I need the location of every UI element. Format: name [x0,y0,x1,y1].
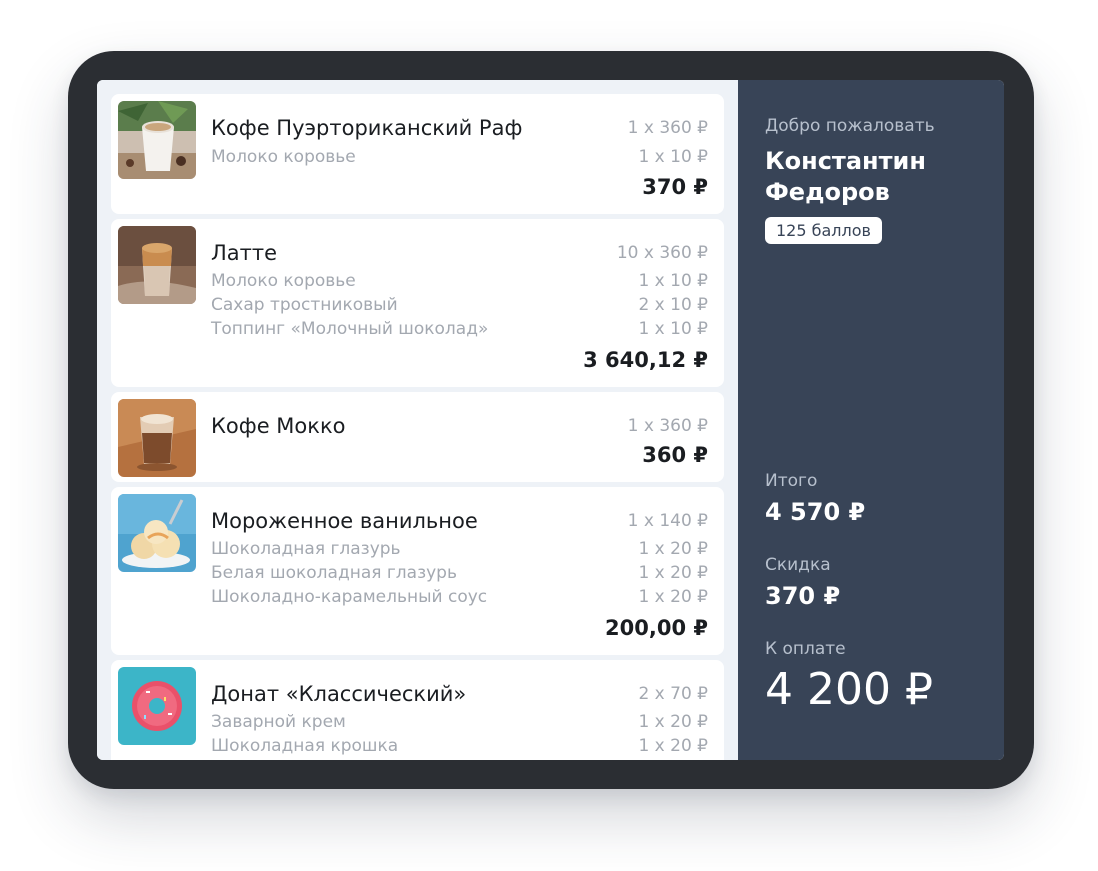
order-item-card: Кофе Пуэрториканский Раф 1 x 360 ₽ Молок… [111,94,724,214]
item-total: 360 ₽ [642,443,708,467]
order-item-card: Кофе Мокко 1 x 360 ₽ 360 ₽ [111,392,724,482]
item-quantity-price: 1 x 360 ₽ [627,416,708,436]
item-total: 370 ₽ [642,175,708,199]
modifier-quantity-price: 2 x 10 ₽ [638,295,708,315]
donut-photo [118,667,196,745]
modifier-quantity-price: 1 x 10 ₽ [638,271,708,291]
item-quantity-price: 1 x 140 ₽ [627,511,708,531]
raf-coffee-cup-photo [118,101,196,179]
customer-name: Константин Федоров [765,147,926,206]
modifier-name: Белая шоколадная глазурь [211,563,457,583]
order-items-list[interactable]: Кофе Пуэрториканский Раф 1 x 360 ₽ Молок… [97,80,738,760]
latte-glass-photo [118,226,196,304]
mocha-glass-photo [118,399,196,477]
modifier-quantity-price: 1 x 10 ₽ [638,319,708,339]
modifier-quantity-price: 1 x 20 ₽ [638,736,708,756]
item-total: 3 640,12 ₽ [583,348,708,372]
subtotal-label: Итого [765,471,818,491]
item-quantity-price: 10 x 360 ₽ [616,243,708,263]
modifier-quantity-price: 1 x 20 ₽ [638,563,708,583]
item-name: Кофе Пуэрториканский Раф [211,116,523,140]
amount-due-value: 4 200 ₽ [765,664,933,715]
modifier-quantity-price: 1 x 10 ₽ [638,147,708,167]
tablet-device-frame: Кофе Пуэрториканский Раф 1 x 360 ₽ Молок… [68,51,1034,789]
order-item-card: Латте 10 x 360 ₽ Молоко коровье 1 x 10 ₽… [111,219,724,387]
modifier-name: Шоколадно-карамельный соус [211,587,488,607]
discount-label: Скидка [765,555,831,575]
modifier-name: Топпинг «Молочный шоколад» [211,319,489,339]
vanilla-ice-cream-photo [118,494,196,572]
item-quantity-price: 2 x 70 ₽ [638,684,708,704]
customer-summary-panel: Добро пожаловать Константин Федоров 125 … [738,80,1004,760]
modifier-name: Заварной крем [211,712,346,732]
subtotal-value: 4 570 ₽ [765,498,866,526]
modifier-quantity-price: 1 x 20 ₽ [638,712,708,732]
item-name: Донат «Классический» [211,682,467,706]
item-name: Кофе Мокко [211,414,346,438]
loyalty-points-badge: 125 баллов [765,217,882,244]
modifier-name: Шоколадная крошка [211,736,399,756]
item-quantity-price: 1 x 360 ₽ [627,118,708,138]
discount-value: 370 ₽ [765,582,841,610]
modifier-name: Молоко коровье [211,147,356,167]
item-total: 200,00 ₽ [605,616,708,640]
item-name: Латте [211,241,278,265]
order-item-card: Донат «Классический» 2 x 70 ₽ Заварной к… [111,660,724,760]
order-item-card: Мороженное ванильное 1 x 140 ₽ Шоколадна… [111,487,724,655]
amount-due-label: К оплате [765,639,846,659]
welcome-text: Добро пожаловать [765,116,935,136]
modifier-name: Молоко коровье [211,271,356,291]
modifier-name: Сахар тростниковый [211,295,398,315]
modifier-quantity-price: 1 x 20 ₽ [638,539,708,559]
modifier-quantity-price: 1 x 20 ₽ [638,587,708,607]
customer-display-screen: Кофе Пуэрториканский Раф 1 x 360 ₽ Молок… [97,80,1004,760]
modifier-name: Шоколадная глазурь [211,539,401,559]
item-name: Мороженное ванильное [211,509,478,533]
